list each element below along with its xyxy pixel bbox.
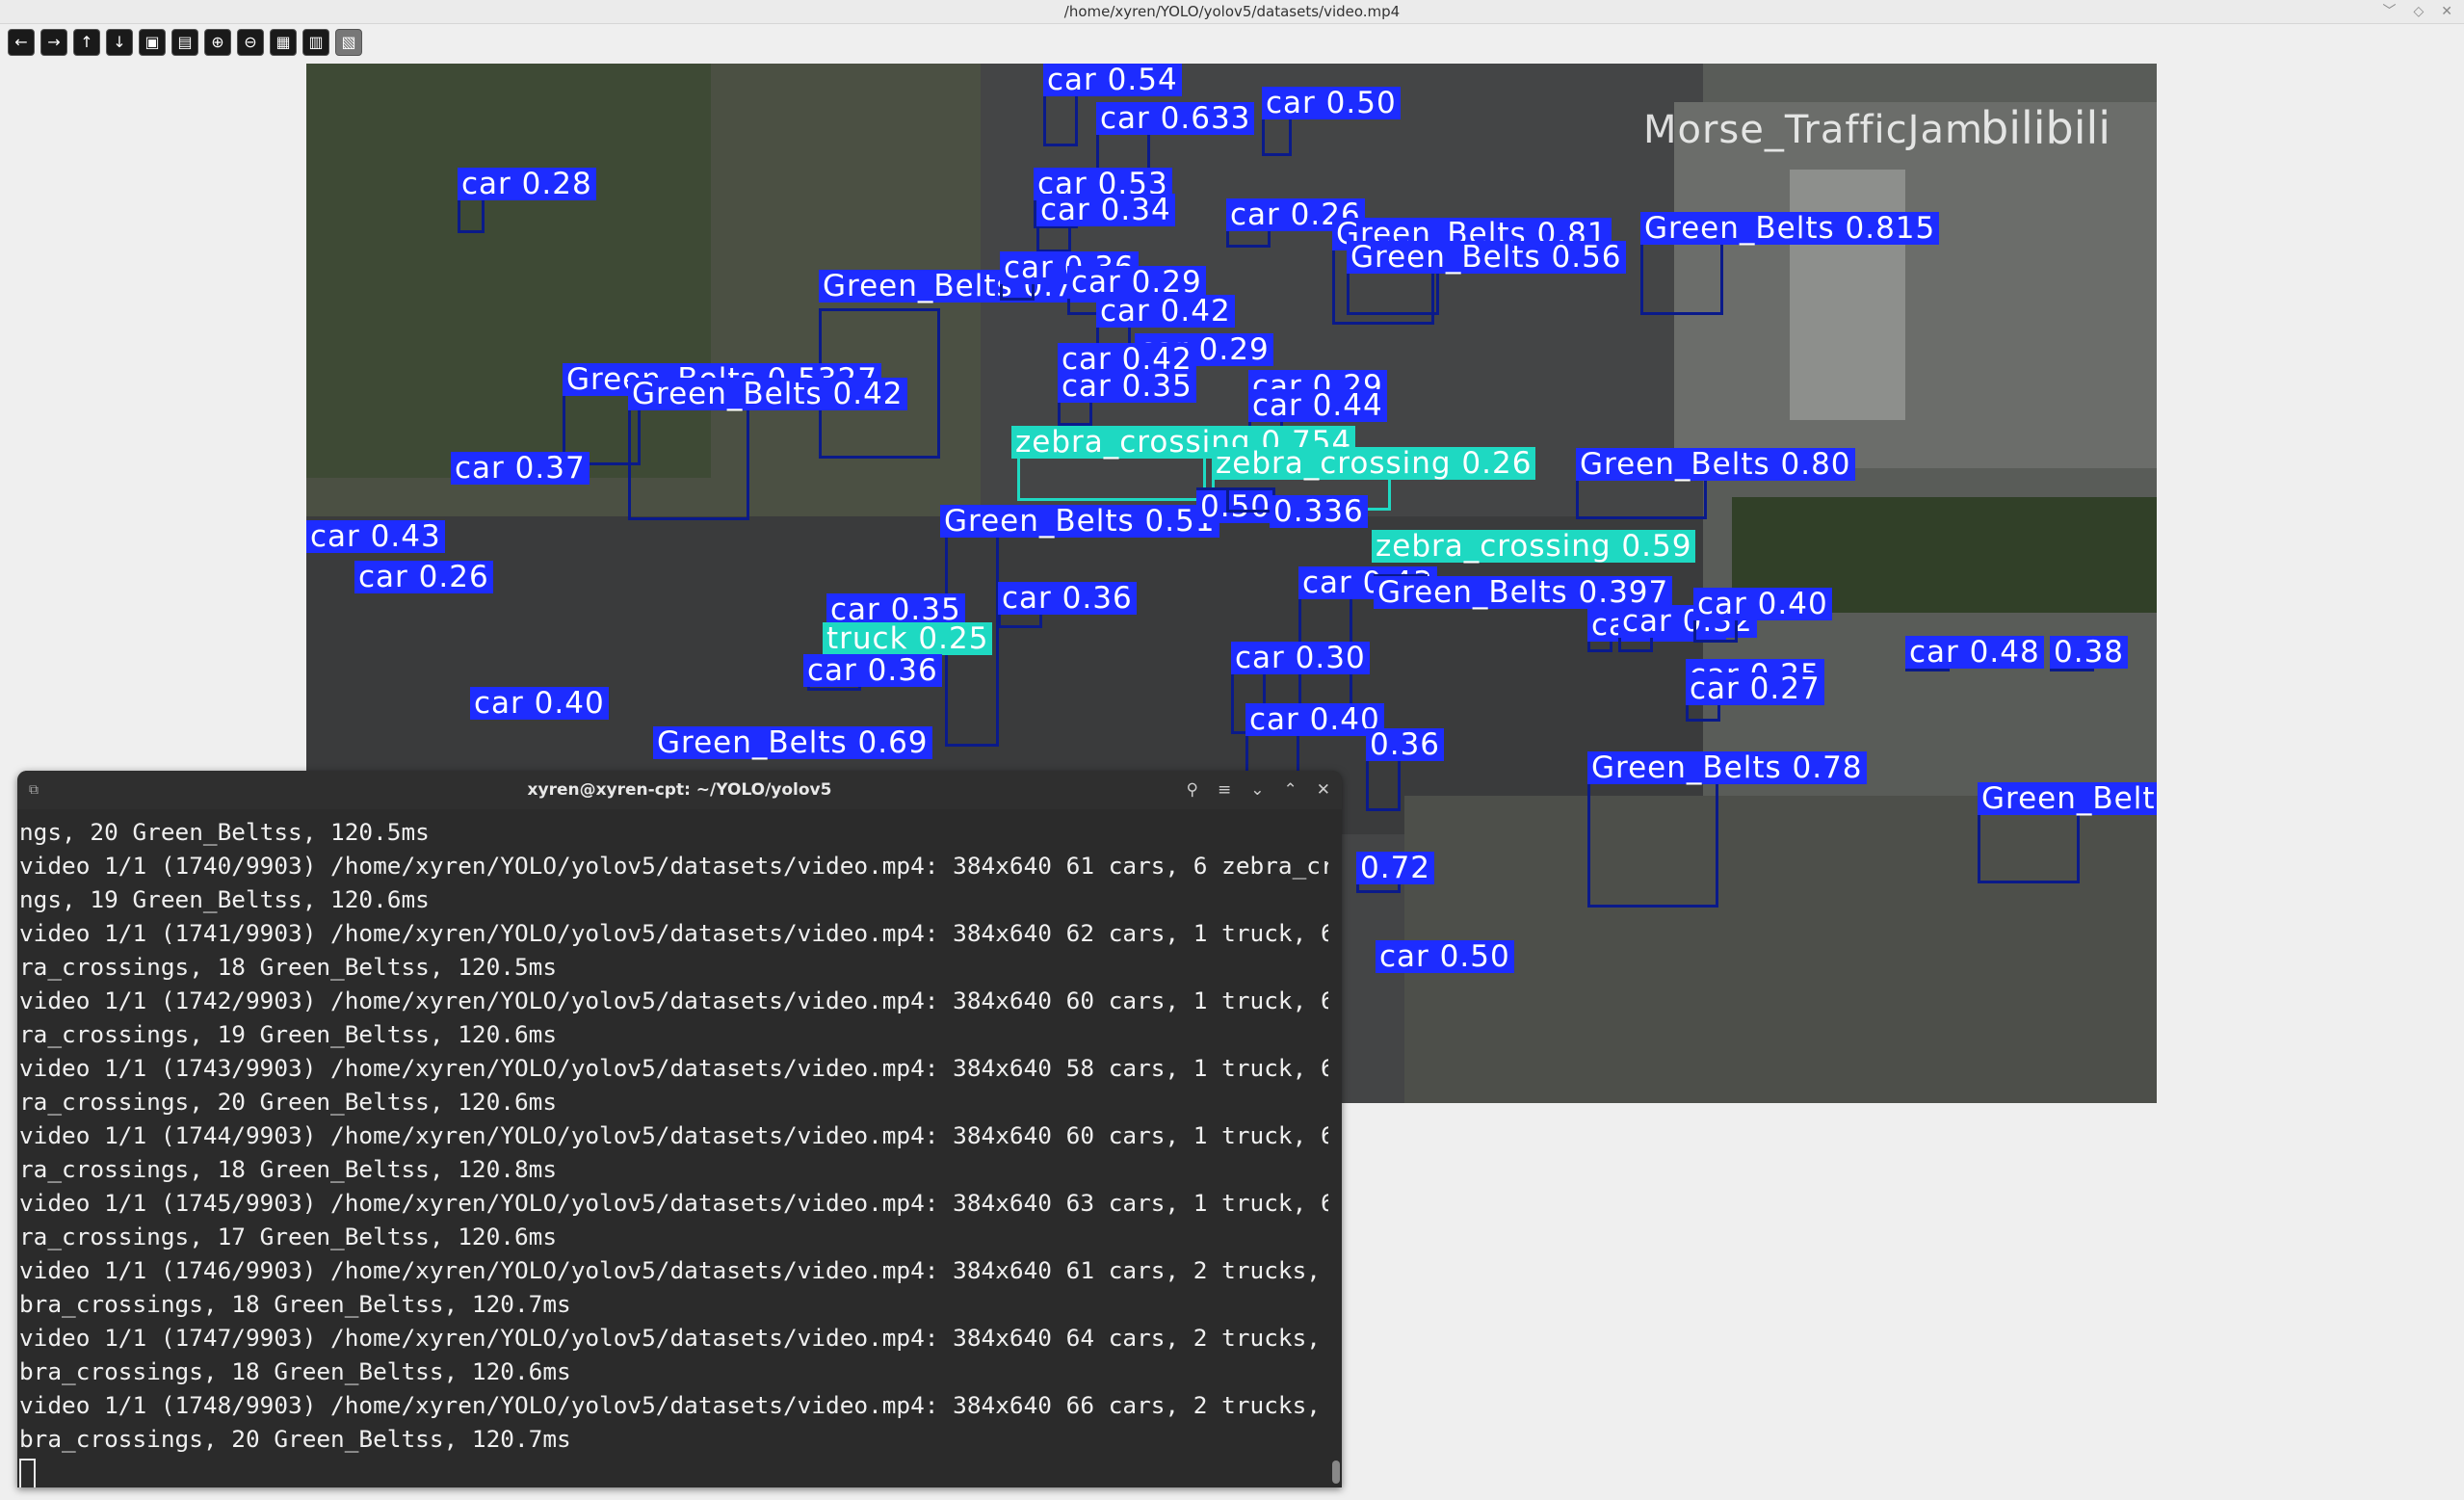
watermark: Morse_TrafficJam [1643,108,1983,152]
terminal-line: video 1/1 (1748/9903) /home/xyren/YOLO/y… [19,1391,1328,1419]
detection-label: zebra_crossing 0.59 [1372,530,1696,563]
terminal-line: bra_crossings, 18 Green_Beltss, 120.7ms [19,1290,571,1318]
chevron-down-icon[interactable]: ⌄ [1250,771,1264,809]
detection-label: Green_Belts 0.42 [628,378,907,410]
detection-label: car 0.27 [1686,672,1824,705]
detection-label: car 0.50 [1262,87,1401,119]
detection-label: car 0.48 [1905,636,2044,669]
detection-label: car 0.43 [306,520,445,553]
terminal-line: video 1/1 (1740/9903) /home/xyren/YOLO/y… [19,852,1328,880]
detection-label: Green_Belts 0.78 [1587,751,1867,784]
detection-label: car 0.35 [1058,370,1196,403]
terminal-line: video 1/1 (1741/9903) /home/xyren/YOLO/y… [19,919,1328,947]
detection-label: 0.36 [1366,728,1445,761]
detection-label: car 0.36 [998,582,1137,615]
terminal-cursor [19,1458,36,1487]
maximize-button[interactable]: ◇ [2413,0,2424,23]
arrow-down-icon[interactable]: ↓ [106,29,133,56]
detection-label: car 0.26 [354,561,493,593]
terminal-line: ra_crossings, 18 Green_Beltss, 120.5ms [19,953,558,981]
detection-label: truck 0.25 [823,622,993,655]
detection-label: 0.336 [1270,495,1368,528]
close-icon[interactable]: ✕ [1317,771,1330,809]
detection-label: 0.72 [1356,852,1435,884]
terminal-line: ngs, 20 Green_Beltss, 120.5ms [19,818,430,846]
terminal-line: video 1/1 (1745/9903) /home/xyren/YOLO/y… [19,1189,1328,1217]
detection-label: car 0.37 [451,452,590,485]
window-titlebar: /home/xyren/YOLO/yolov5/datasets/video.m… [0,0,2464,24]
terminal-line: video 1/1 (1747/9903) /home/xyren/YOLO/y… [19,1324,1328,1352]
properties-icon[interactable]: ▥ [302,29,329,56]
detection-label: car 0.633 [1096,102,1255,135]
scene-building-block [1674,102,2157,468]
detection-label: car 0.34 [1036,194,1175,226]
window-title: /home/xyren/YOLO/yolov5/datasets/video.m… [1063,3,1401,20]
menu-icon[interactable]: ≡ [1218,771,1231,809]
terminal-line: bra_crossings, 20 Green_Beltss, 120.7ms [19,1425,571,1453]
detection-box [1226,487,1275,513]
minimize-button[interactable]: ﹀ [2382,0,2396,23]
save-icon[interactable]: ▦ [270,29,297,56]
terminal-line: ra_crossings, 20 Green_Beltss, 120.6ms [19,1088,558,1116]
terminal-line: video 1/1 (1746/9903) /home/xyren/YOLO/y… [19,1256,1328,1284]
search-icon[interactable]: ⚲ [1187,771,1198,809]
terminal-line: bra_crossings, 18 Green_Beltss, 120.6ms [19,1357,571,1385]
zoom-fit-icon[interactable]: ▣ [139,29,166,56]
detection-label: Green_Belts 0.815 [1640,212,1940,245]
detection-label: car 0.40 [1693,588,1832,620]
detection-label: Green_Belts 0.80 [1576,448,1855,481]
detection-box [1587,767,1718,908]
detection-label: car 0.50 [1376,940,1514,973]
terminal-title: xyren@xyren-cpt: ~/YOLO/yolov5 [527,780,832,800]
terminal-line: ngs, 19 Green_Beltss, 120.6ms [19,885,430,913]
terminal-window[interactable]: ⧉ xyren@xyren-cpt: ~/YOLO/yolov5 ⚲ ≡ ⌄ ⌃… [17,771,1342,1487]
terminal-line: video 1/1 (1744/9903) /home/xyren/YOLO/y… [19,1121,1328,1149]
detection-label: 0.38 [2050,636,2129,669]
image-toolbar: ← → ↑ ↓ ▣ ▤ ⊕ ⊖ ▦ ▥ ▧ [0,29,362,58]
terminal-line: ra_crossings, 18 Green_Beltss, 120.8ms [19,1155,558,1183]
terminal-output[interactable]: ngs, 20 Green_Beltss, 120.5ms video 1/1 (… [17,809,1328,1487]
zoom-in-icon[interactable]: ⊕ [204,29,231,56]
detection-label: Green_Belts 0.56 [1347,241,1626,274]
detection-label: car 0.40 [470,687,609,720]
detection-label: car 0.40 [1245,703,1384,736]
terminal-line: video 1/1 (1743/9903) /home/xyren/YOLO/y… [19,1054,1328,1082]
terminal-line: ra_crossings, 17 Green_Beltss, 120.6ms [19,1223,558,1250]
terminal-line: ra_crossings, 19 Green_Beltss, 120.6ms [19,1020,558,1048]
zoom-100-icon[interactable]: ▤ [171,29,198,56]
detection-label: zebra_crossing 0.26 [1212,447,1536,480]
detection-label: car 0.44 [1248,389,1387,422]
detection-label: Green_Belts [1978,782,2157,815]
arrow-left-icon[interactable]: ← [8,29,35,56]
terminal-line: video 1/1 (1742/9903) /home/xyren/YOLO/y… [19,987,1328,1014]
detection-label: car 0.54 [1043,64,1182,96]
arrow-right-icon[interactable]: → [40,29,67,56]
scene-building-roof [1790,170,1905,420]
bilibili-logo: bilibili [1980,102,2111,154]
arrow-up-icon[interactable]: ↑ [73,29,100,56]
chevron-up-icon[interactable]: ⌃ [1284,771,1298,809]
detection-label: car 0.36 [803,654,942,687]
detection-label: car 0.30 [1231,642,1370,674]
close-button[interactable]: ✕ [2441,0,2452,23]
terminal-titlebar: ⧉ xyren@xyren-cpt: ~/YOLO/yolov5 ⚲ ≡ ⌄ ⌃… [17,771,1342,809]
terminal-tab-icon[interactable]: ⧉ [29,771,39,809]
detection-label: Green_Belts 0.51 [940,505,1219,538]
detection-label: car 0.42 [1096,295,1235,328]
zoom-out-icon[interactable]: ⊖ [237,29,264,56]
detection-label: Green_Belts 0.69 [653,726,932,759]
extra-icon[interactable]: ▧ [335,29,362,56]
terminal-scrollbar[interactable] [1332,1461,1340,1484]
detection-label: car 0.28 [458,168,596,200]
